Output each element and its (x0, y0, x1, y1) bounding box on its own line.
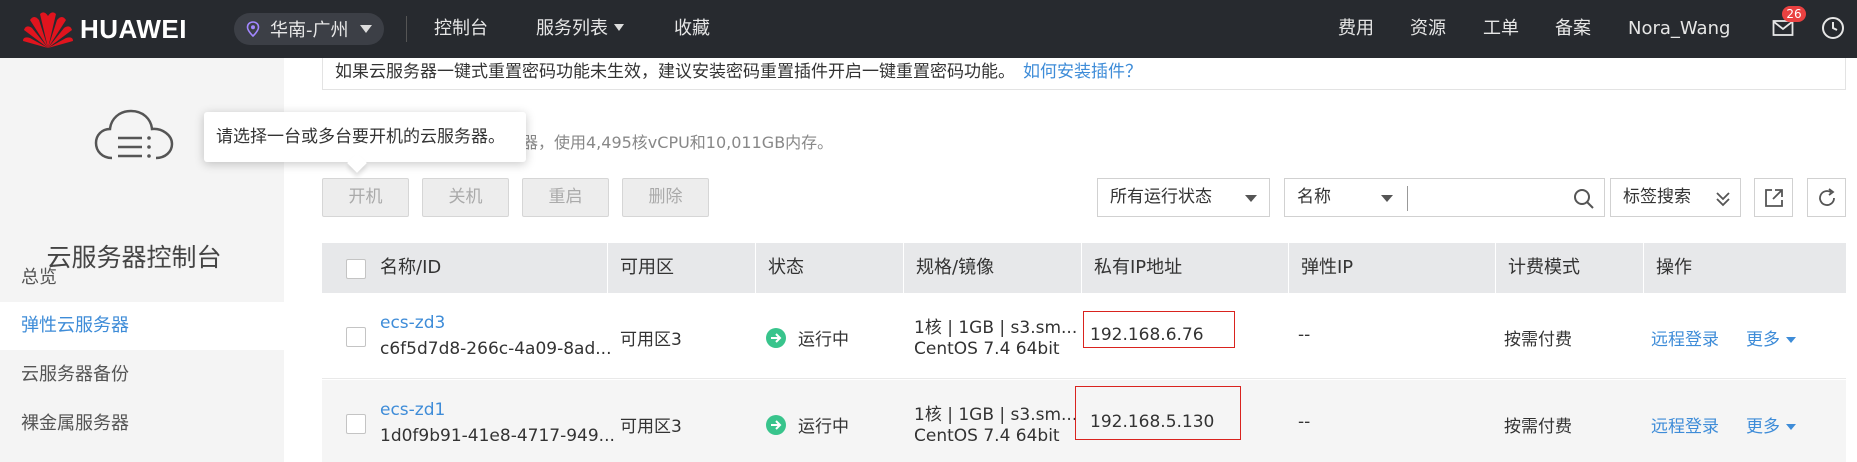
running-arrow-icon (766, 415, 786, 435)
column-header-private-ip[interactable]: 私有IP地址 (1082, 243, 1289, 293)
chevron-down-icon (614, 23, 624, 31)
search-field-value: 名称 (1297, 187, 1331, 207)
status-filter-select[interactable]: 所有运行状态 (1097, 178, 1270, 217)
sidebar-item-backup[interactable]: 云服务器备份 (0, 351, 284, 399)
export-icon (1765, 189, 1783, 207)
nav-filing[interactable]: 备案 (1555, 16, 1591, 42)
remote-login-link[interactable]: 远程登录 (1651, 412, 1719, 437)
more-label: 更多 (1746, 330, 1780, 350)
select-all-checkbox[interactable] (346, 259, 366, 279)
start-button[interactable]: 开机 (322, 178, 409, 217)
remote-login-link[interactable]: 远程登录 (1651, 325, 1719, 350)
nav-services-label: 服务列表 (536, 18, 608, 39)
delete-button[interactable]: 删除 (622, 178, 709, 217)
double-chevron-down-icon (1716, 192, 1730, 207)
more-label: 更多 (1746, 417, 1780, 437)
nav-billing[interactable]: 费用 (1338, 16, 1374, 42)
chevron-down-icon (360, 25, 372, 33)
sidebar-item-bms[interactable]: 裸金属服务器 (0, 400, 284, 448)
private-ip-value: 192.168.5.130 (1090, 412, 1215, 432)
tag-search-label: 标签搜索 (1623, 187, 1691, 207)
eip-value: -- (1298, 325, 1311, 345)
image-value: CentOS 7.4 64bit (914, 339, 1060, 359)
user-menu[interactable]: Nora_Wang (1628, 16, 1730, 42)
stop-button[interactable]: 关机 (422, 178, 509, 217)
column-header-spec[interactable]: 规格/镜像 (904, 243, 1082, 293)
chevron-down-icon (1786, 424, 1796, 430)
private-ip-value: 192.168.6.76 (1090, 325, 1204, 345)
column-header-status[interactable]: 状态 (756, 243, 904, 293)
more-actions-dropdown[interactable]: 更多 (1746, 412, 1796, 437)
export-button[interactable] (1754, 178, 1793, 217)
huawei-logo[interactable]: HUAWEI (22, 8, 187, 50)
nav-tickets[interactable]: 工单 (1483, 16, 1519, 42)
sidebar-item-overview[interactable]: 总览 (0, 254, 284, 302)
sidebar-item-ecs[interactable]: 弹性云服务器 (0, 302, 284, 350)
status-value: 运行中 (766, 412, 849, 437)
cloud-server-icon (94, 109, 174, 160)
location-pin-icon (246, 21, 260, 37)
chevron-down-icon (1786, 337, 1796, 343)
install-plugin-link[interactable]: 如何安装插件？ (1023, 62, 1142, 82)
row-checkbox[interactable] (346, 414, 366, 434)
row-checkbox[interactable] (346, 327, 366, 347)
refresh-icon (1819, 188, 1835, 206)
tag-search-button[interactable]: 标签搜索 (1610, 178, 1741, 217)
brand-name: HUAWEI (80, 13, 187, 44)
nav-resources[interactable]: 资源 (1410, 16, 1446, 42)
region-label: 华南-广州 (270, 20, 349, 41)
nav-divider (406, 16, 407, 42)
server-name-link[interactable]: ecs-zd1 (380, 400, 445, 420)
nav-services[interactable]: 服务列表 (536, 16, 624, 42)
region-selector[interactable]: 华南-广州 (234, 13, 384, 45)
billing-value: 按需付费 (1504, 330, 1572, 350)
chevron-down-icon (1381, 195, 1393, 202)
search-box (1407, 178, 1605, 217)
status-filter-value: 所有运行状态 (1110, 187, 1212, 207)
billing-value: 按需付费 (1504, 417, 1572, 437)
status-value: 运行中 (766, 325, 849, 350)
column-header-name[interactable]: 名称/ID (368, 243, 608, 293)
image-value: CentOS 7.4 64bit (914, 426, 1060, 446)
server-name-link[interactable]: ecs-zd3 (380, 313, 445, 333)
search-field-select[interactable]: 名称 (1284, 178, 1408, 217)
notification-badge: 26 (1782, 6, 1806, 22)
search-icon[interactable] (1573, 188, 1594, 209)
running-arrow-icon (766, 328, 786, 348)
column-header-zone[interactable]: 可用区 (608, 243, 756, 293)
huawei-logo-icon (23, 12, 73, 48)
start-tooltip: 请选择一台或多台要开机的云服务器。 (204, 112, 526, 162)
spec-value: 1核 | 1GB | s3.sm... (914, 318, 1078, 338)
table-row: ecs-zd3 c6f5d7d8-266c-4a09-8ad... 可用区3 运… (322, 293, 1846, 379)
server-id: c6f5d7d8-266c-4a09-8ad... (380, 339, 612, 359)
notice-text: 如果云服务器一键式重置密码功能未生效，建议安装密码重置插件开启一键重置密码功能。 (335, 62, 1015, 82)
eip-value: -- (1298, 412, 1311, 432)
nav-console[interactable]: 控制台 (434, 16, 488, 42)
refresh-button[interactable] (1807, 178, 1846, 217)
status-label: 运行中 (798, 330, 849, 350)
search-input[interactable] (1411, 180, 1561, 215)
table-row: ecs-zd1 1d0f9b91-41e8-4717-949... 可用区3 运… (322, 380, 1846, 462)
column-header-eip[interactable]: 弹性IP (1289, 243, 1496, 293)
notice-banner: 如果云服务器一键式重置密码功能未生效，建议安装密码重置插件开启一键重置密码功能。… (322, 58, 1846, 90)
column-header-actions: 操作 (1656, 257, 1692, 278)
spec-value: 1核 | 1GB | s3.sm... (914, 405, 1078, 425)
zone-value: 可用区3 (620, 417, 682, 437)
restart-button[interactable]: 重启 (522, 178, 609, 217)
table-header: 名称/ID 可用区 状态 规格/镜像 私有IP地址 弹性IP 计费模式 操作 (322, 243, 1846, 293)
zone-value: 可用区3 (620, 330, 682, 350)
status-label: 运行中 (798, 417, 849, 437)
summary-text: 器，使用4,495核vCPU和10,011GB内存。 (522, 133, 834, 152)
text-cursor (1407, 186, 1408, 211)
top-navigation-bar: HUAWEI 华南-广州 控制台 服务列表 收藏 费用 资源 工单 备案 Nor… (0, 0, 1857, 58)
column-header-billing[interactable]: 计费模式 (1496, 243, 1644, 293)
more-actions-dropdown[interactable]: 更多 (1746, 325, 1796, 350)
chevron-down-icon (1245, 195, 1257, 202)
server-id: 1d0f9b91-41e8-4717-949... (380, 426, 615, 446)
nav-favorites[interactable]: 收藏 (674, 16, 710, 42)
clock-icon[interactable] (1821, 16, 1845, 40)
